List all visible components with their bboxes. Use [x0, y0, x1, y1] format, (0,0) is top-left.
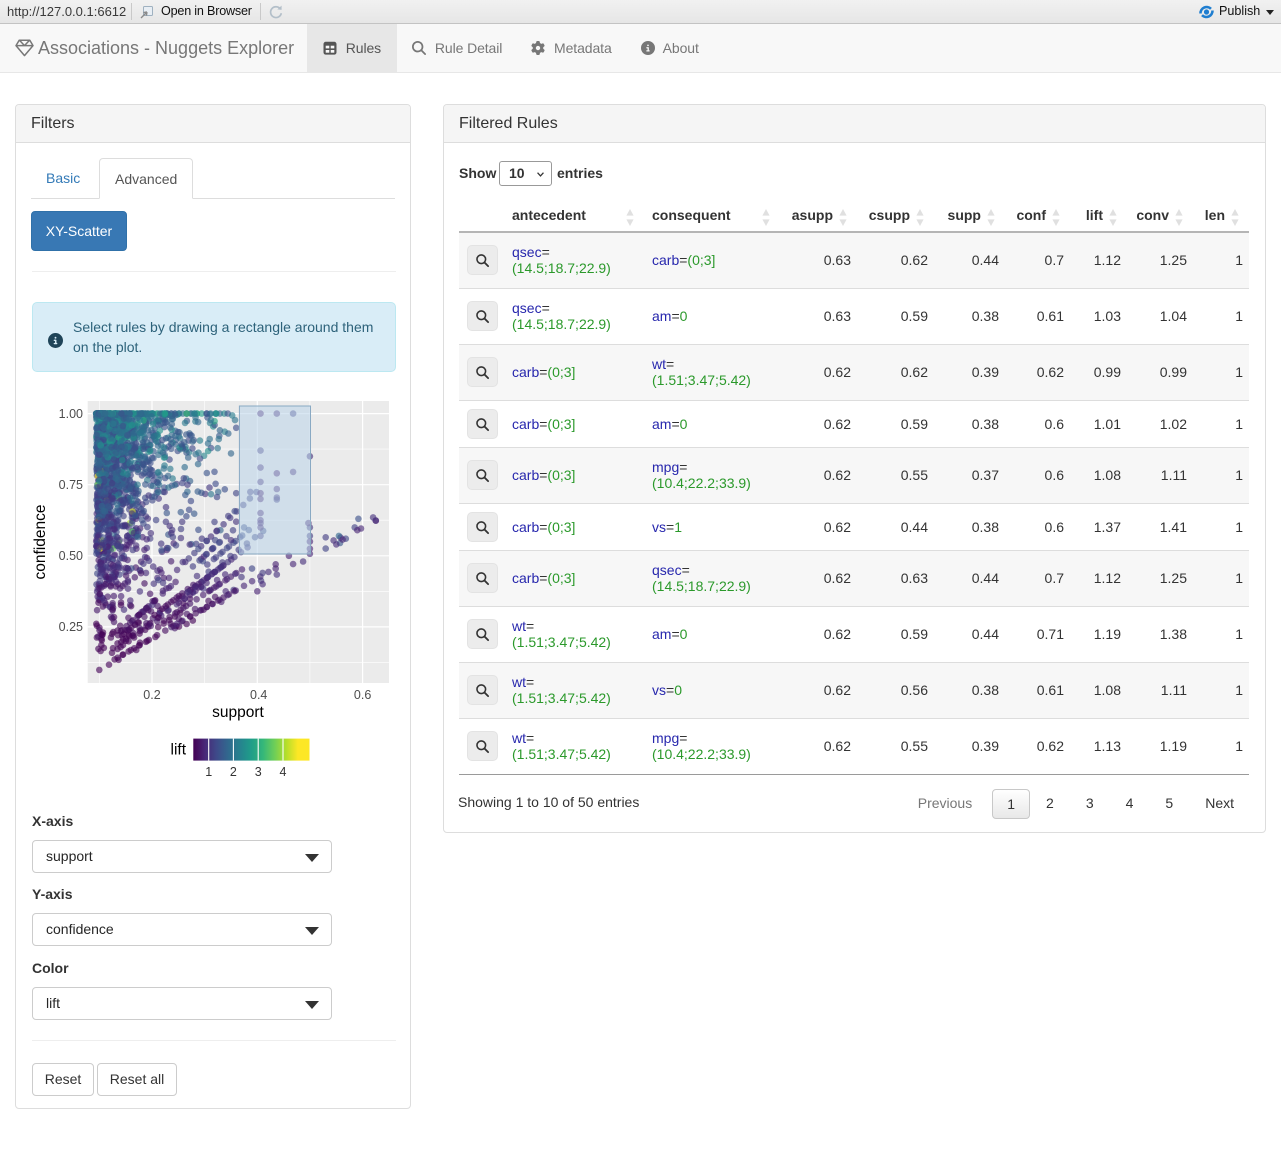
svg-text:3: 3	[255, 765, 262, 779]
svg-text:0.2: 0.2	[143, 688, 160, 702]
svg-text:lift: lift	[171, 742, 187, 759]
svg-text:0.75: 0.75	[59, 478, 83, 492]
svg-text:confidence: confidence	[32, 505, 49, 580]
svg-text:1: 1	[205, 765, 212, 779]
svg-text:0.6: 0.6	[354, 688, 371, 702]
svg-text:2: 2	[230, 765, 237, 779]
svg-text:0.4: 0.4	[250, 688, 267, 702]
svg-text:support: support	[212, 704, 264, 721]
svg-text:0.50: 0.50	[59, 549, 83, 563]
svg-text:1.00: 1.00	[59, 407, 83, 421]
svg-text:0.25: 0.25	[59, 620, 83, 634]
svg-text:4: 4	[280, 765, 287, 779]
